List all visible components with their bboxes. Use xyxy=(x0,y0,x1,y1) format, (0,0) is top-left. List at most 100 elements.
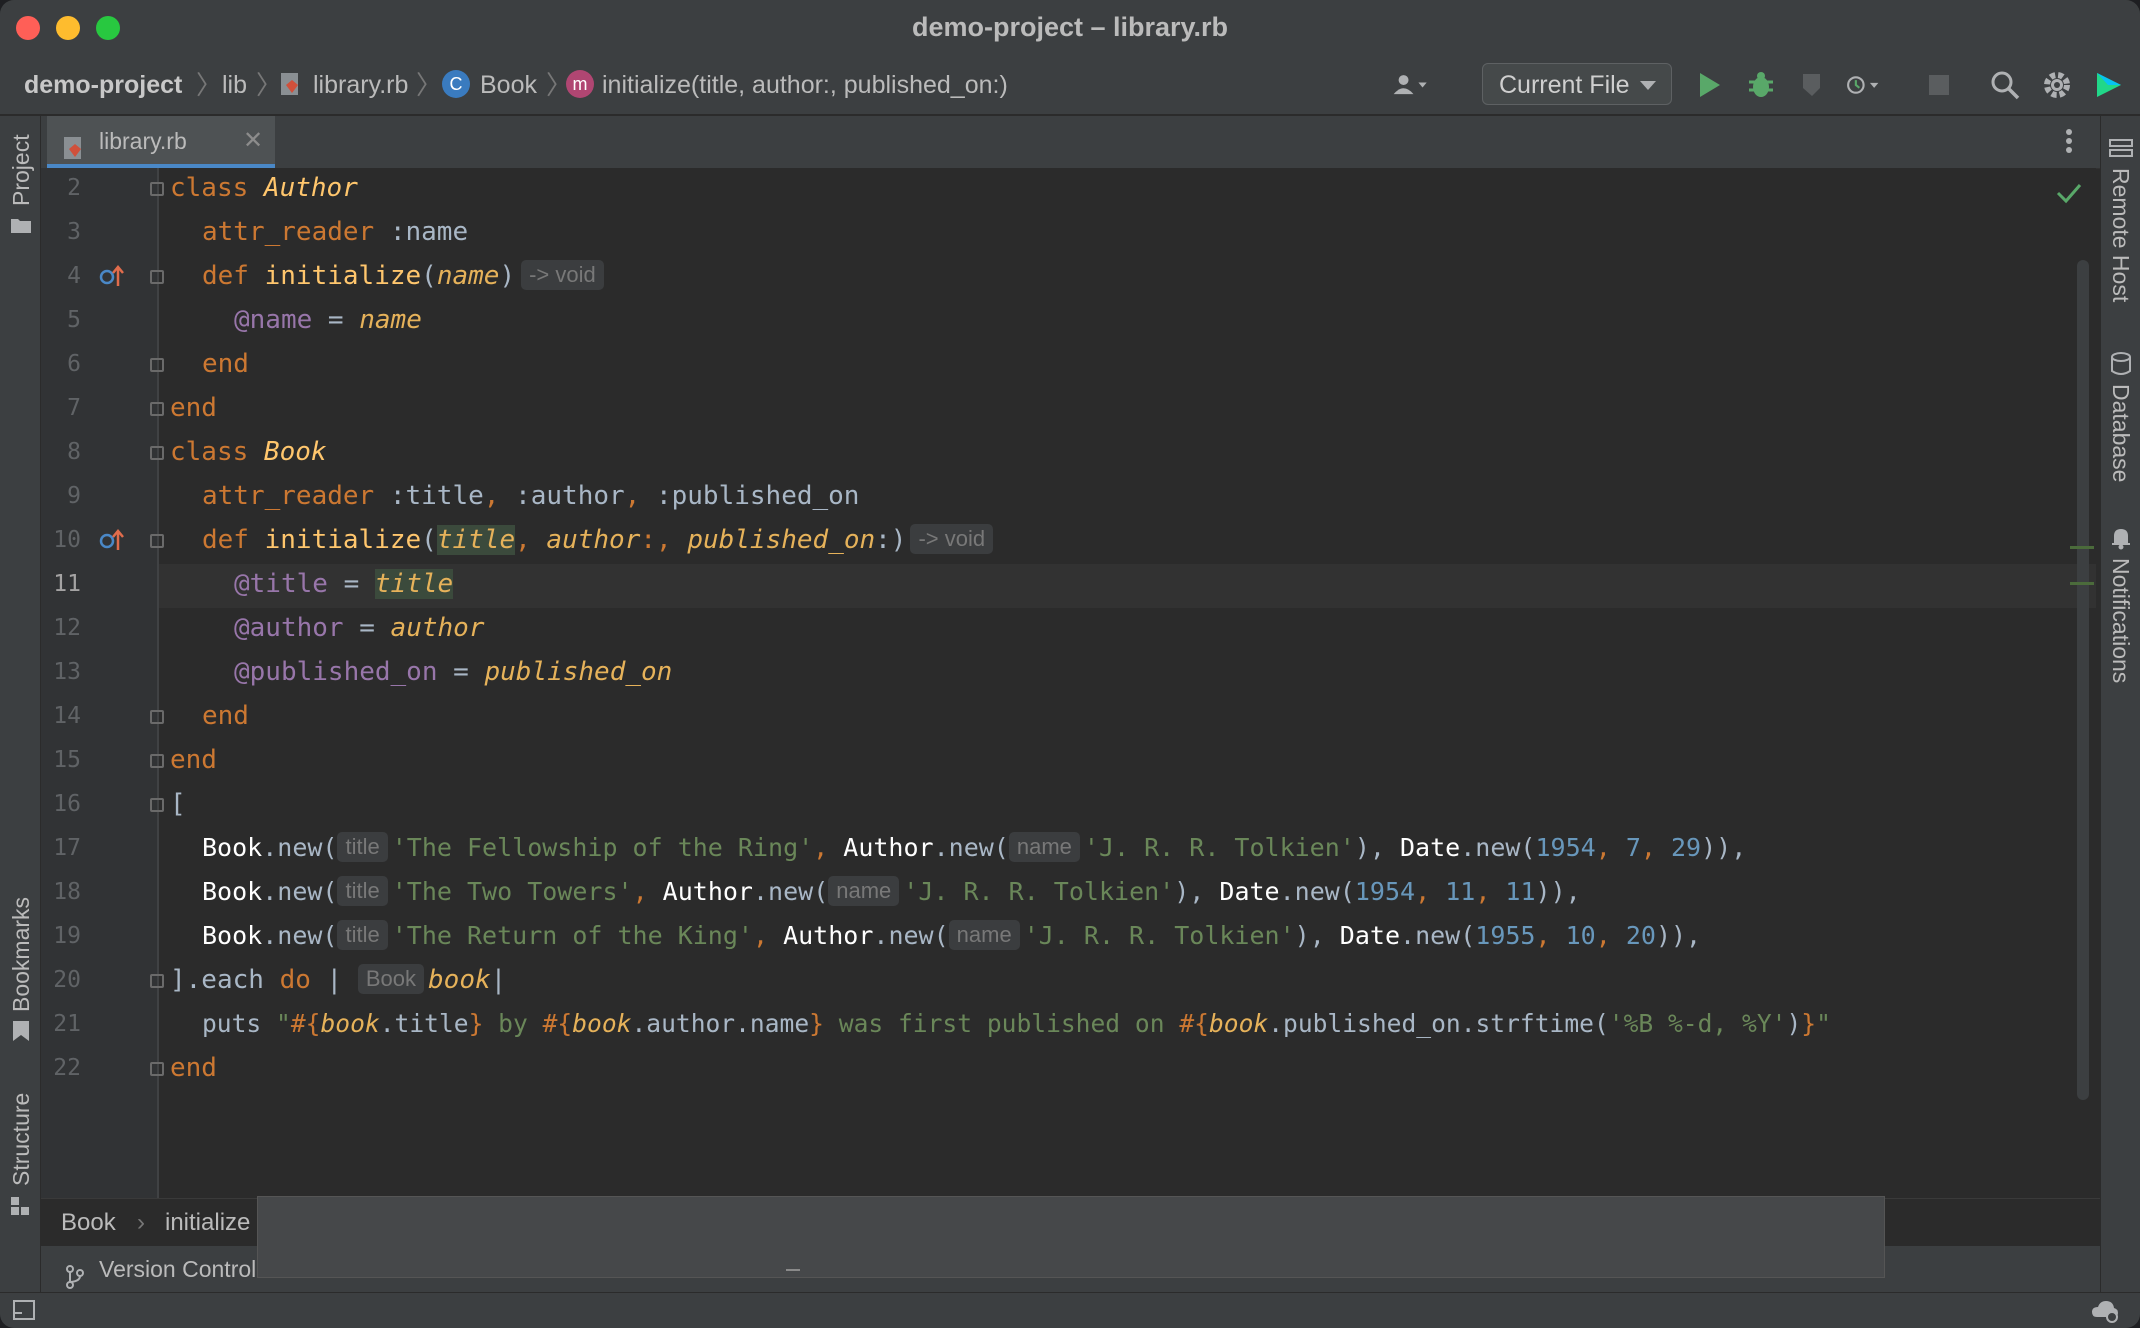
database-tool-button[interactable]: Database xyxy=(2107,384,2134,482)
toggle-tool-windows-icon[interactable] xyxy=(12,1299,36,1326)
code-line: @name = name xyxy=(234,305,422,335)
project-tool-button[interactable]: Project xyxy=(8,134,35,206)
line-number: 4 xyxy=(67,263,81,289)
method-icon: m xyxy=(566,56,594,114)
line-number: 19 xyxy=(53,923,81,949)
structure-tool-button[interactable]: Structure xyxy=(8,1093,35,1186)
return-type-hint: -> void xyxy=(521,260,604,290)
code-line: Book.new(title 'The Two Towers', Author.n… xyxy=(202,876,1581,906)
run-icon[interactable] xyxy=(1690,66,1728,104)
notifications-tool-button[interactable]: Notifications xyxy=(2107,558,2134,683)
bookmarks-tool-button[interactable]: Bookmarks xyxy=(8,897,35,1012)
code-line: def initialize(title, author:, published… xyxy=(170,518,997,562)
ide-window: demo-project – library.rb demo-project 〉… xyxy=(0,0,2140,1328)
code-line: class Book xyxy=(170,437,327,467)
editor-scrollbar[interactable] xyxy=(2077,260,2089,1100)
structure-icon[interactable] xyxy=(10,1196,30,1221)
remote-host-tool-button[interactable]: Remote Host xyxy=(2107,168,2134,302)
debug-icon[interactable] xyxy=(1742,66,1780,104)
line-number: 15 xyxy=(53,747,81,773)
class-icon: C xyxy=(442,56,470,114)
code-line: @author = author xyxy=(234,613,485,643)
line-number: 12 xyxy=(53,615,81,641)
line-number: 9 xyxy=(67,483,81,509)
profiler-icon[interactable] xyxy=(1846,66,1884,104)
line-number: 17 xyxy=(53,835,81,861)
line-number: 18 xyxy=(53,879,81,905)
breadcrumb-folder[interactable]: lib xyxy=(222,56,247,114)
fold-collapse-icon[interactable] xyxy=(150,446,164,460)
line-number: 11 xyxy=(53,571,81,597)
breadcrumb-method[interactable]: initialize(title, author:, published_on:… xyxy=(602,56,1008,114)
inspection-ok-icon xyxy=(2056,182,2082,209)
fold-collapse-icon[interactable] xyxy=(150,270,164,284)
run-configuration-dropdown[interactable]: Current File xyxy=(1482,63,1672,105)
fold-collapse-icon[interactable] xyxy=(150,182,164,196)
line-number: 20 xyxy=(53,967,81,993)
settings-gear-icon[interactable] xyxy=(2038,66,2076,104)
override-marker-icon[interactable] xyxy=(98,264,126,293)
parameter-hint: name xyxy=(948,920,1020,950)
remote-host-icon[interactable] xyxy=(2109,138,2133,163)
code-line: Book.new(title 'The Fellowship of the Rin… xyxy=(202,832,1747,862)
tab-library-rb[interactable]: library.rb ✕ xyxy=(47,116,275,168)
coverage-icon[interactable] xyxy=(1794,66,1832,104)
fold-end-icon[interactable] xyxy=(150,974,164,988)
popup-resize-handle[interactable] xyxy=(786,1269,800,1271)
fold-collapse-icon[interactable] xyxy=(150,798,164,812)
crumb-method[interactable]: initialize xyxy=(165,1199,250,1247)
breadcrumb-project[interactable]: demo-project xyxy=(24,56,182,114)
fold-collapse-icon[interactable] xyxy=(150,534,164,548)
parameter-hint: title xyxy=(337,832,388,862)
bookmark-icon[interactable] xyxy=(12,1020,30,1047)
code-line: @title = title xyxy=(234,569,454,599)
stop-icon[interactable] xyxy=(1920,66,1958,104)
line-number: 5 xyxy=(67,307,81,333)
folder-icon[interactable] xyxy=(10,216,32,239)
bell-icon[interactable] xyxy=(2110,526,2132,555)
fold-end-icon[interactable] xyxy=(150,754,164,768)
line-number: 13 xyxy=(53,659,81,685)
line-number: 7 xyxy=(67,395,81,421)
fold-end-icon[interactable] xyxy=(150,710,164,724)
crumb-separator: › xyxy=(137,1209,145,1236)
line-number: 3 xyxy=(67,219,81,245)
line-number: 16 xyxy=(53,791,81,817)
breadcrumb-file[interactable]: library.rb xyxy=(313,56,408,114)
parameter-hint: name xyxy=(828,876,900,906)
jetbrains-logo-icon[interactable] xyxy=(2090,66,2128,104)
status-bar xyxy=(0,1292,2140,1328)
crumb-class[interactable]: Book xyxy=(61,1199,116,1247)
gutter-divider xyxy=(157,168,159,1198)
code-line: attr_reader :name xyxy=(202,217,469,247)
code-line: @published_on = published_on xyxy=(234,657,673,687)
database-icon[interactable] xyxy=(2110,352,2132,381)
code-line: attr_reader :title, :author, :published_… xyxy=(202,481,860,511)
chevron-down-icon xyxy=(1639,64,1657,119)
tooltip-popup xyxy=(257,1196,1885,1278)
search-icon[interactable] xyxy=(1986,66,2024,104)
navigation-bar: demo-project 〉 lib 〉 library.rb 〉 C Book… xyxy=(0,56,2140,116)
parameter-hint: title xyxy=(337,876,388,906)
line-number: 10 xyxy=(53,527,81,553)
fold-end-icon[interactable] xyxy=(150,1062,164,1076)
code-line: end xyxy=(202,701,249,731)
fold-end-icon[interactable] xyxy=(150,358,164,372)
code-line: puts "#{book.title} by #{book.author.nam… xyxy=(202,1009,1831,1038)
code-line: Book.new(title 'The Return of the King', … xyxy=(202,920,1702,950)
more-options-icon[interactable] xyxy=(2063,126,2075,161)
override-marker-icon[interactable] xyxy=(98,528,126,557)
update-status-icon[interactable] xyxy=(2090,1297,2120,1328)
breadcrumb-class[interactable]: Book xyxy=(480,56,537,114)
version-control-tool-button[interactable]: Version Control xyxy=(99,1246,256,1292)
code-line: end xyxy=(170,745,217,775)
code-line: end xyxy=(170,1053,217,1083)
line-number: 8 xyxy=(67,439,81,465)
title-bar: demo-project – library.rb xyxy=(0,0,2140,56)
fold-end-icon[interactable] xyxy=(150,402,164,416)
close-tab-icon[interactable]: ✕ xyxy=(243,116,263,166)
ruby-file-icon xyxy=(278,56,304,114)
line-number: 22 xyxy=(53,1055,81,1081)
code-line: class Author xyxy=(170,173,358,203)
user-icon[interactable] xyxy=(1392,66,1430,104)
